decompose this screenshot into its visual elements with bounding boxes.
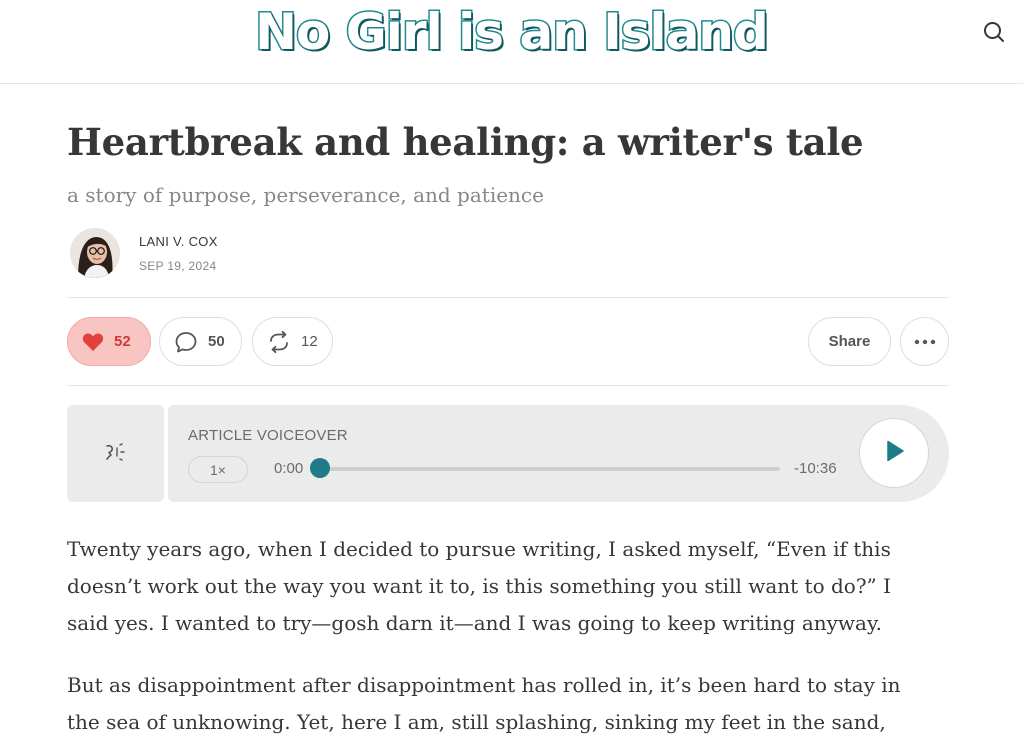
- play-button[interactable]: [859, 418, 929, 488]
- voiceover-label: ARTICLE VOICEOVER: [188, 427, 348, 444]
- current-time: 0:00: [274, 460, 304, 477]
- post-title: Heartbreak and healing: a writer's tale: [67, 120, 864, 164]
- remaining-time: -10:36: [794, 460, 837, 477]
- author-name[interactable]: LANI V. COX: [139, 234, 218, 249]
- paragraph-line: the sea of unknowing. Yet, here I am, st…: [67, 710, 886, 734]
- comment-count: 50: [208, 333, 225, 350]
- logo-container: No Girl is an Island: [0, 2, 1023, 63]
- progress-track[interactable]: [320, 467, 780, 471]
- heart-icon: [82, 332, 104, 352]
- voice-wave-icon: [102, 439, 130, 469]
- progress-thumb[interactable]: [310, 458, 330, 478]
- top-bar: No Girl is an Island: [0, 0, 1023, 84]
- ellipsis-icon: [914, 339, 936, 345]
- more-options-button[interactable]: [900, 317, 949, 366]
- divider: [67, 297, 949, 298]
- restack-button[interactable]: 12: [252, 317, 333, 366]
- search-icon[interactable]: [980, 18, 1008, 46]
- paragraph-line: doesn’t work out the way you want it to,…: [67, 574, 892, 598]
- paragraph-line: Twenty years ago, when I decided to purs…: [67, 537, 891, 561]
- site-logo[interactable]: No Girl is an Island: [254, 2, 771, 63]
- author-avatar[interactable]: [70, 228, 120, 278]
- body-paragraph: But as disappointment after disappointme…: [67, 667, 957, 735]
- like-button[interactable]: 52: [67, 317, 151, 366]
- voiceover-player: ARTICLE VOICEOVER 1× 0:00 -10:36: [168, 405, 949, 502]
- comment-icon: [174, 331, 198, 353]
- post-date: SEP 19, 2024: [139, 259, 217, 273]
- voiceover-icon-panel: [67, 405, 164, 502]
- post-subtitle: a story of purpose, perseverance, and pa…: [67, 183, 544, 207]
- play-icon: [881, 438, 907, 468]
- restack-count: 12: [301, 333, 318, 350]
- comment-button[interactable]: 50: [159, 317, 242, 366]
- divider: [67, 385, 949, 386]
- restack-icon: [267, 330, 291, 353]
- paragraph-line: But as disappointment after disappointme…: [67, 673, 901, 697]
- playback-speed-button[interactable]: 1×: [188, 456, 248, 483]
- body-paragraph: Twenty years ago, when I decided to purs…: [67, 531, 957, 642]
- like-count: 52: [114, 333, 131, 350]
- share-button[interactable]: Share: [808, 317, 891, 366]
- paragraph-line: said yes. I wanted to try—gosh darn it—a…: [67, 611, 882, 635]
